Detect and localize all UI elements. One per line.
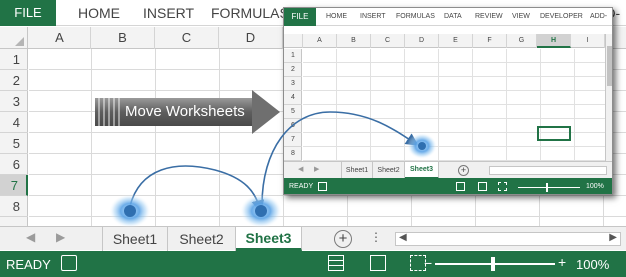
- mini-sheet-tab-bar: ◀ ▶ Sheet1 Sheet2 Sheet3 +: [284, 161, 612, 179]
- mini-sheet-tab-sheet3[interactable]: Sheet3: [405, 162, 439, 179]
- next-sheet-icon[interactable]: ▶: [56, 230, 65, 244]
- column-header-b[interactable]: B: [91, 27, 155, 49]
- mini-page-break-icon[interactable]: [498, 182, 507, 191]
- mini-row-header-7[interactable]: 7: [284, 133, 302, 147]
- prev-sheet-icon[interactable]: ◀: [26, 230, 35, 244]
- mini-tab-developer[interactable]: DEVELOPER: [540, 8, 583, 26]
- mini-column-header-c[interactable]: C: [371, 34, 405, 48]
- mini-normal-view-icon[interactable]: [456, 182, 465, 191]
- tab-split-handle[interactable]: ⋮: [370, 230, 382, 244]
- mini-zoom-slider[interactable]: [518, 187, 580, 188]
- mini-row-header-3[interactable]: 3: [284, 77, 302, 91]
- mini-column-header-b[interactable]: B: [337, 34, 371, 48]
- mini-column-header-i[interactable]: I: [571, 34, 605, 48]
- row-header-6[interactable]: 6: [0, 154, 28, 175]
- mini-zoom-level[interactable]: 100%: [586, 183, 604, 190]
- zoom-slider-thumb[interactable]: [491, 257, 495, 271]
- mini-tab-formulas[interactable]: FORMULAS: [396, 8, 435, 26]
- move-worksheets-banner: Move Worksheets: [95, 90, 285, 134]
- zoomed-excel-window: FILE HOME INSERT FORMULAS DATA REVIEW VI…: [283, 7, 613, 195]
- zoom-in-icon[interactable]: +: [558, 254, 566, 270]
- mini-column-header-g[interactable]: G: [507, 34, 537, 48]
- zoom-out-icon[interactable]: −: [424, 255, 432, 271]
- macro-record-icon[interactable]: [61, 255, 77, 271]
- mini-column-header-h[interactable]: H: [537, 34, 571, 48]
- page-layout-icon[interactable]: [370, 255, 386, 271]
- status-ready-text: READY: [6, 257, 51, 272]
- sheet-tab-bar: ◀ ▶ Sheet1 Sheet2 Sheet3 + ⋮ ◀ ▶: [0, 226, 626, 251]
- horizontal-scrollbar[interactable]: ◀ ▶: [395, 232, 621, 246]
- select-all-corner[interactable]: [0, 27, 28, 49]
- mini-column-header-a[interactable]: A: [303, 34, 337, 48]
- mini-tab-data[interactable]: DATA: [444, 8, 462, 26]
- mini-file-tab[interactable]: FILE: [284, 8, 316, 26]
- mini-column-header-f[interactable]: F: [473, 34, 507, 48]
- normal-view-icon[interactable]: [328, 255, 344, 271]
- mini-prev-sheet-icon[interactable]: ◀: [298, 165, 303, 173]
- mini-tab-add-ins[interactable]: ADD-: [590, 8, 607, 26]
- mini-status-ready-text: READY: [289, 183, 314, 190]
- zoom-slider[interactable]: [435, 263, 555, 265]
- scroll-right-icon[interactable]: ▶: [609, 232, 617, 243]
- mini-tab-review[interactable]: REVIEW: [475, 8, 503, 26]
- sheet-tab-sheet1[interactable]: Sheet1: [102, 227, 168, 251]
- mini-column-header-d[interactable]: D: [405, 34, 439, 48]
- row-header-8[interactable]: 8: [0, 196, 28, 217]
- mini-row-header-5[interactable]: 5: [284, 105, 302, 119]
- column-header-a[interactable]: A: [29, 27, 91, 49]
- mini-column-header-bar: A B C D E F G H I: [284, 34, 612, 48]
- mini-row-header-1[interactable]: 1: [284, 49, 302, 63]
- row-header-4[interactable]: 4: [0, 112, 28, 133]
- status-bar: READY − + 100%: [0, 251, 626, 277]
- scroll-left-icon[interactable]: ◀: [399, 232, 407, 243]
- mini-row-header-4[interactable]: 4: [284, 91, 302, 105]
- banner-stripes: [98, 98, 120, 126]
- banner-arrow-head: [252, 90, 280, 134]
- mini-page-layout-icon[interactable]: [478, 182, 487, 191]
- row-header-bar: 1 2 3 4 5 6 7 8: [0, 49, 28, 229]
- row-header-2[interactable]: 2: [0, 70, 28, 91]
- mini-zoom-slider-thumb[interactable]: [546, 183, 548, 192]
- row-header-5[interactable]: 5: [0, 133, 28, 154]
- column-header-c[interactable]: C: [155, 27, 219, 49]
- row-header-7[interactable]: 7: [0, 175, 28, 196]
- mini-plus-circle-icon[interactable]: +: [458, 165, 469, 176]
- mini-row-header-8[interactable]: 8: [284, 147, 302, 161]
- mini-next-sheet-icon[interactable]: ▶: [314, 165, 319, 173]
- sheet-tab-sheet3[interactable]: Sheet3: [236, 227, 302, 251]
- mini-select-all-corner[interactable]: [284, 34, 303, 48]
- sheet-tab-sheet2[interactable]: Sheet2: [168, 227, 236, 251]
- mini-row-header-6[interactable]: 6: [284, 119, 302, 133]
- zoom-level[interactable]: 100%: [576, 257, 609, 272]
- mini-column-header-e[interactable]: E: [439, 34, 473, 48]
- mini-sheet-tab-sheet1[interactable]: Sheet1: [341, 162, 373, 179]
- mini-row-header-2[interactable]: 2: [284, 63, 302, 77]
- mini-ribbon: FILE HOME INSERT FORMULAS DATA REVIEW VI…: [284, 8, 612, 26]
- mini-sheet-tab-sheet2[interactable]: Sheet2: [373, 162, 405, 179]
- tab-insert[interactable]: INSERT: [143, 0, 194, 26]
- row-header-3[interactable]: 3: [0, 91, 28, 112]
- mini-active-cell[interactable]: [537, 126, 571, 141]
- mini-status-bar: READY 100%: [284, 178, 612, 194]
- mini-vertical-scroll-thumb[interactable]: [607, 46, 612, 86]
- mini-row-header-bar: 1 2 3 4 5 6 7 8: [284, 49, 302, 161]
- mini-tab-insert[interactable]: INSERT: [360, 8, 386, 26]
- mini-tab-view[interactable]: VIEW: [512, 8, 530, 26]
- mini-horizontal-scrollbar[interactable]: [489, 166, 607, 175]
- tab-formulas[interactable]: FORMULAS: [211, 0, 289, 26]
- mini-vertical-scrollbar[interactable]: [605, 34, 612, 161]
- mini-cell-grid[interactable]: [303, 49, 605, 161]
- plus-circle-icon[interactable]: +: [334, 230, 352, 248]
- file-tab[interactable]: FILE: [0, 0, 56, 26]
- column-header-d[interactable]: D: [219, 27, 283, 49]
- tab-home[interactable]: HOME: [78, 0, 120, 26]
- row-header-1[interactable]: 1: [0, 49, 28, 70]
- mini-macro-record-icon[interactable]: [318, 182, 327, 191]
- mini-tab-home[interactable]: HOME: [326, 8, 347, 26]
